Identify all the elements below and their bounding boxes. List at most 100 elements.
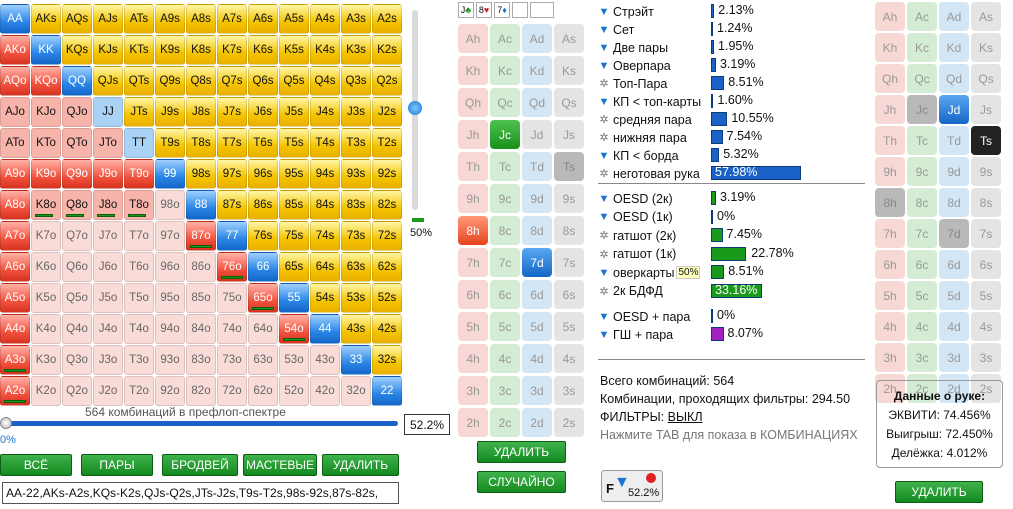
card-2h[interactable]: 2h [458,408,488,437]
hand-cell[interactable]: T6o [124,252,154,282]
stat-row[interactable]: ▼ ГШ + пара [598,326,674,343]
hand-cell[interactable]: A5s [279,4,309,34]
hand-cell[interactable]: 97s [217,159,247,189]
card-Jc[interactable]: Jc [490,120,520,149]
hand-cell[interactable]: AKs [31,4,61,34]
hand-cell[interactable]: 83o [186,345,216,375]
hand-cell[interactable]: KK [31,35,61,65]
range-slider-track[interactable] [4,421,398,426]
stat-row[interactable]: ▼ КП < топ-карты [598,93,702,110]
card-Kd[interactable]: Kd [939,33,969,62]
hand-cell[interactable]: K4s [310,35,340,65]
hand-cell[interactable]: 72s [372,221,402,251]
card-3c[interactable]: 3c [490,376,520,405]
hand-cell[interactable]: A2s [372,4,402,34]
filter-button[interactable]: F ▼ 52.2% [601,470,663,502]
stat-row[interactable]: ▼ оверкарты 50% [598,264,701,281]
hand-cell[interactable]: K2o [31,376,61,406]
hand-cell[interactable]: K6s [248,35,278,65]
card-Td[interactable]: Td [939,126,969,155]
hand-cell[interactable]: 32s [372,345,402,375]
card-3s[interactable]: 3s [554,376,584,405]
hand-cell[interactable]: 87o [186,221,216,251]
card-Qc[interactable]: Qc [490,88,520,117]
stat-row[interactable]: ✲ 2к БДФД [598,283,662,300]
hand-cell[interactable]: 72o [217,376,247,406]
hand-cell[interactable]: 63s [341,252,371,282]
hand-cell[interactable]: 73s [341,221,371,251]
hand-cell[interactable]: Q8o [62,190,92,220]
board-delete-button[interactable]: УДАЛИТЬ [477,441,566,463]
card-As[interactable]: As [554,24,584,53]
hand-cell[interactable]: J3s [341,97,371,127]
card-Ad[interactable]: Ad [939,2,969,31]
card-9c[interactable]: 9c [907,157,937,186]
hand-cell[interactable]: T2s [372,128,402,158]
hand-cell[interactable]: A6o [0,252,30,282]
card-Jh[interactable]: Jh [458,120,488,149]
hand-cell[interactable]: T9o [124,159,154,189]
filter-icon[interactable]: ▼ [598,211,610,223]
hand-cell[interactable]: TT [124,128,154,158]
hand-cell[interactable]: ATo [0,128,30,158]
hand-cell[interactable]: A9s [155,4,185,34]
hand-cell[interactable]: J7s [217,97,247,127]
card-6c[interactable]: 6c [907,250,937,279]
card-7h[interactable]: 7h [875,219,905,248]
hand-cell[interactable]: Q9s [155,66,185,96]
hand-cell[interactable]: T8s [186,128,216,158]
hand-cell[interactable]: J7o [93,221,123,251]
hand-cell[interactable]: 83s [341,190,371,220]
filter-icon[interactable]: ▼ [598,267,610,279]
hand-cell[interactable]: 65s [279,252,309,282]
hand-cell[interactable]: A4s [310,4,340,34]
gear-icon[interactable]: ✲ [598,285,610,298]
hand-cell[interactable]: AJo [0,97,30,127]
card-Tc[interactable]: Tc [907,126,937,155]
hand-cell[interactable]: Q4o [62,314,92,344]
hand-cell[interactable]: T3o [124,345,154,375]
hand-cell[interactable]: A3o [0,345,30,375]
card-8c[interactable]: 8c [907,188,937,217]
card-5d[interactable]: 5d [939,281,969,310]
hand-cell[interactable]: A7o [0,221,30,251]
card-8h[interactable]: 8h [458,216,488,245]
gear-icon[interactable]: ✲ [598,78,610,90]
hand-cell[interactable]: J9o [93,159,123,189]
hand-cell[interactable]: 95s [279,159,309,189]
hand-cell[interactable]: 94s [310,159,340,189]
hand-cell[interactable]: T6s [248,128,278,158]
hand-cell[interactable]: K3s [341,35,371,65]
card-2d[interactable]: 2d [522,408,552,437]
card-8d[interactable]: 8d [522,216,552,245]
hand-cell[interactable]: AJs [93,4,123,34]
stat-row[interactable]: ▼ OESD + пара [598,308,691,325]
hand-cell[interactable]: 96o [155,252,185,282]
stat-row[interactable]: ▼ Сет [598,21,635,38]
hand-cell[interactable]: A9o [0,159,30,189]
hand-cell[interactable]: 98o [155,190,185,220]
hand-cell[interactable]: AQs [62,4,92,34]
card-5s[interactable]: 5s [971,281,1001,310]
card-9h[interactable]: 9h [458,184,488,213]
hand-cell[interactable]: A8s [186,4,216,34]
card-4d[interactable]: 4d [939,312,969,341]
hand-cell[interactable]: K9s [155,35,185,65]
card-7d[interactable]: 7d [522,248,552,277]
card-3h[interactable]: 3h [875,343,905,372]
hand-cell[interactable]: 97o [155,221,185,251]
hand-cell[interactable]: AQo [0,66,30,96]
card-9d[interactable]: 9d [522,184,552,213]
hand-cell[interactable]: K5o [31,283,61,313]
card-Tc[interactable]: Tc [490,152,520,181]
card-5d[interactable]: 5d [522,312,552,341]
hand-cell[interactable]: Q9o [62,159,92,189]
hand-cell[interactable]: 74s [310,221,340,251]
hand-cell[interactable]: 62o [248,376,278,406]
card-Ac[interactable]: Ac [907,2,937,31]
card-Js[interactable]: Js [971,95,1001,124]
card-Qh[interactable]: Qh [875,64,905,93]
gear-icon[interactable]: ✲ [598,168,610,180]
stat-row[interactable]: ▼ OESD (1к) [598,209,673,226]
card-Ts[interactable]: Ts [971,126,1001,155]
